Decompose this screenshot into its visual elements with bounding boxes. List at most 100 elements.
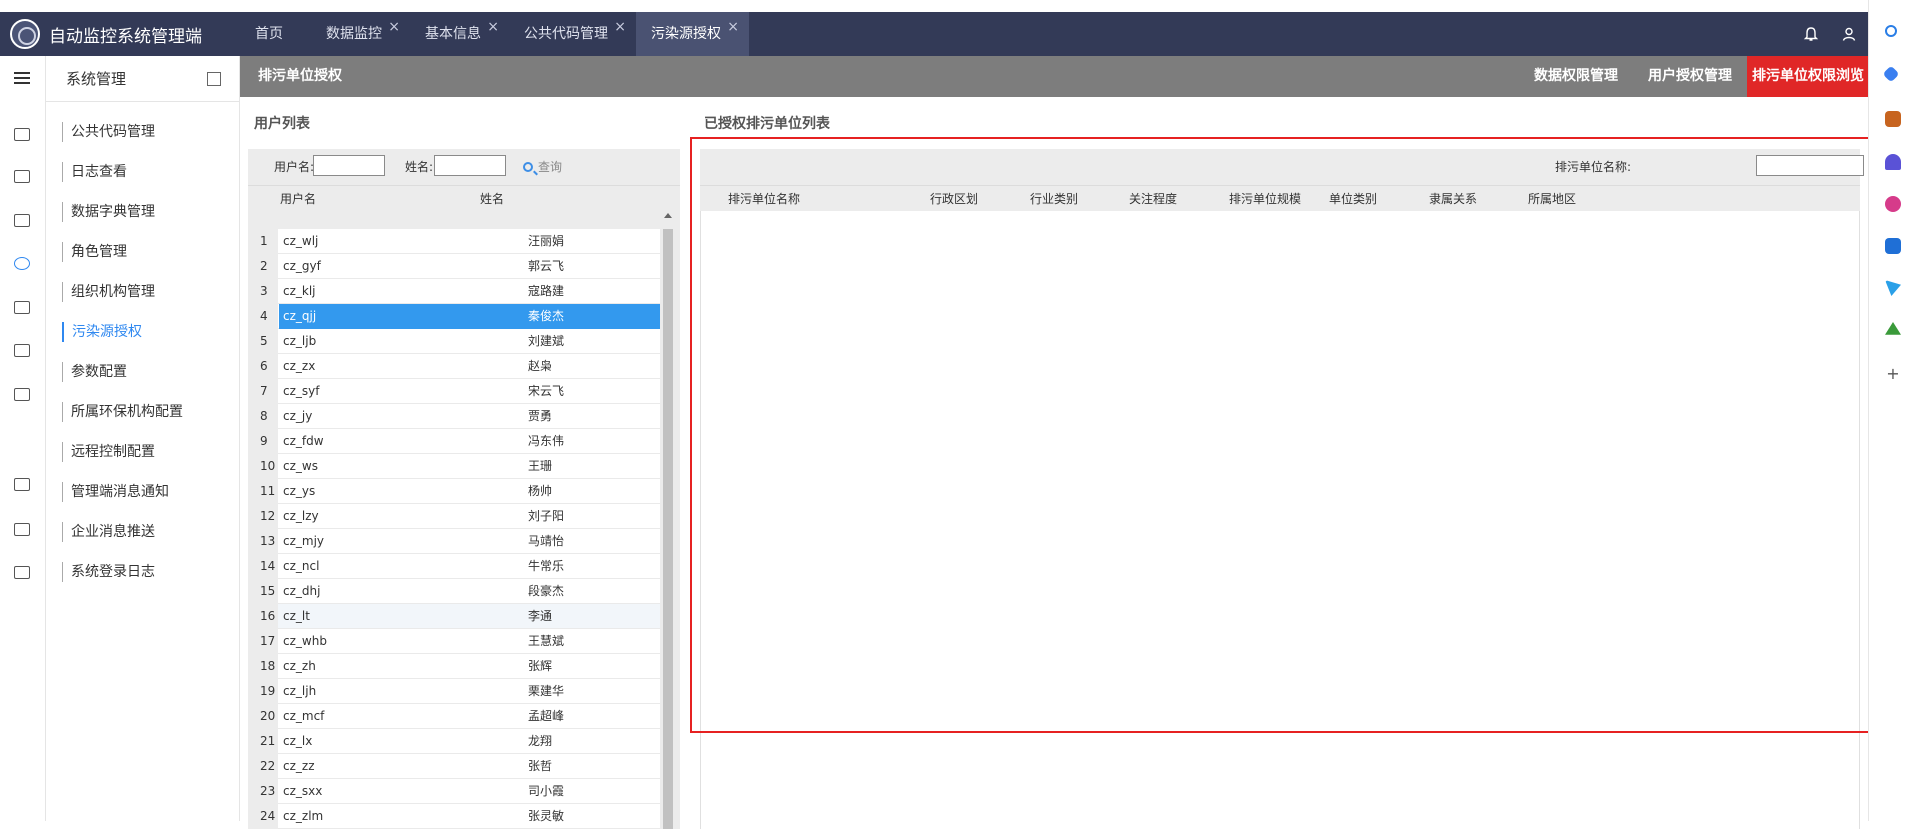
link-data-permission[interactable]: 数据权限管理	[1519, 56, 1633, 97]
menu-title: 系统管理	[66, 70, 127, 88]
user-query-button[interactable]: 查询	[523, 158, 562, 175]
chart-icon[interactable]	[14, 128, 30, 141]
menu-item-pollution-auth[interactable]: 污染源授权	[62, 322, 142, 342]
username-cell: cz_zx	[283, 359, 316, 373]
search-icon[interactable]	[1885, 25, 1897, 37]
username-cell: cz_wlj	[283, 234, 319, 248]
row-index: 15	[248, 579, 278, 604]
table-row[interactable]: 19 cz_ljh 栗建华	[248, 679, 660, 704]
username-cell: cz_mcf	[283, 709, 325, 723]
table-row[interactable]: 13 cz_mjy 马靖怡	[248, 529, 660, 554]
tag-icon[interactable]	[1882, 65, 1900, 83]
name-cell: 王珊	[528, 459, 553, 473]
circle-icon[interactable]	[1885, 196, 1901, 212]
tab-data-monitor[interactable]: 数据监控 ×	[311, 12, 410, 56]
stats-icon[interactable]	[14, 344, 30, 357]
close-icon[interactable]: ×	[614, 5, 626, 49]
table-row[interactable]: 4 cz_qjj 秦俊杰	[248, 304, 660, 329]
tab-public-code[interactable]: 公共代码管理 ×	[509, 12, 636, 56]
menu-item-dictionary[interactable]: 数据字典管理	[62, 202, 155, 222]
username-cell: cz_ncl	[283, 559, 320, 573]
name-input[interactable]	[434, 155, 506, 176]
name-cell: 牛常乐	[528, 559, 565, 573]
table-row[interactable]: 11 cz_ys 杨帅	[248, 479, 660, 504]
plus-icon[interactable]: +	[1885, 366, 1901, 382]
table-row[interactable]: 23 cz_sxx 司小霞	[248, 779, 660, 804]
table-row[interactable]: 17 cz_whb 王慧斌	[248, 629, 660, 654]
query-label: 查询	[538, 160, 563, 174]
table-row[interactable]: 5 cz_ljb 刘建斌	[248, 329, 660, 354]
menu-item-org[interactable]: 组织机构管理	[62, 282, 155, 302]
chess-icon[interactable]	[1885, 154, 1901, 170]
menu-item-log-view[interactable]: 日志查看	[62, 162, 127, 182]
table-row[interactable]: 2 cz_gyf 郭云飞	[248, 254, 660, 279]
report-icon[interactable]	[14, 388, 30, 401]
menu-toggle-icon[interactable]	[14, 72, 30, 84]
table-row[interactable]: 8 cz_jy 贾勇	[248, 404, 660, 429]
table-row[interactable]: 6 cz_zx 赵枭	[248, 354, 660, 379]
menu-item-params[interactable]: 参数配置	[62, 362, 127, 382]
tab-home[interactable]: 首页	[240, 12, 311, 56]
username-cell: cz_ljb	[283, 334, 317, 348]
table-row[interactable]: 3 cz_klj 寇路建	[248, 279, 660, 304]
table-row[interactable]: 1 cz_wlj 汪丽娟	[248, 229, 660, 254]
table-row[interactable]: 20 cz_mcf 孟超峰	[248, 704, 660, 729]
user-icon[interactable]	[1830, 12, 1868, 56]
username-cell: cz_zz	[283, 759, 315, 773]
user-table-header: 用户名 姓名	[248, 185, 680, 209]
name-cell: 贾勇	[528, 409, 553, 423]
send-icon[interactable]	[1885, 280, 1901, 296]
user-scrollbar[interactable]	[662, 209, 674, 829]
menu-item-remote-control[interactable]: 远程控制配置	[62, 442, 155, 462]
name-cell: 刘子阳	[528, 509, 565, 523]
scroll-thumb[interactable]	[663, 229, 673, 829]
tab-basic-info[interactable]: 基本信息 ×	[410, 12, 509, 56]
table-row[interactable]: 16 cz_lt 李通	[248, 604, 660, 629]
link-unit-permission-browse[interactable]: 排污单位权限浏览	[1747, 56, 1868, 97]
bar2-icon[interactable]	[14, 566, 30, 579]
row-index: 11	[248, 479, 278, 504]
scroll-up-icon[interactable]	[664, 213, 672, 218]
table-row[interactable]: 14 cz_ncl 牛常乐	[248, 554, 660, 579]
menu-item-roles[interactable]: 角色管理	[62, 242, 127, 262]
username-cell: cz_dhj	[283, 584, 321, 598]
outlook-icon[interactable]	[1885, 238, 1901, 254]
menu-item-env-org[interactable]: 所属环保机构配置	[62, 402, 183, 422]
emblem-icon	[10, 19, 40, 49]
table-row[interactable]: 15 cz_dhj 段豪杰	[248, 579, 660, 604]
table-row[interactable]: 22 cz_zz 张哲	[248, 754, 660, 779]
bar-icon[interactable]	[14, 523, 30, 536]
tab-pollution-auth[interactable]: 污染源授权 ×	[636, 12, 749, 56]
close-icon[interactable]: ×	[727, 5, 739, 49]
row-index: 21	[248, 729, 278, 754]
browser-sidebar: +	[1868, 0, 1917, 821]
table-row[interactable]: 24 cz_zlm 张灵敏	[248, 804, 660, 829]
table-row[interactable]: 10 cz_ws 王珊	[248, 454, 660, 479]
link-user-auth[interactable]: 用户授权管理	[1633, 56, 1747, 97]
menu-item-public-code[interactable]: 公共代码管理	[62, 122, 155, 142]
menu-item-login-log[interactable]: 系统登录日志	[62, 562, 155, 582]
menu-item-push[interactable]: 企业消息推送	[62, 522, 155, 542]
row-index: 18	[248, 654, 278, 679]
system-menu: 系统管理 公共代码管理 日志查看 数据字典管理 角色管理 组织机构管理 污染源授…	[46, 56, 240, 821]
network-icon[interactable]	[14, 478, 30, 491]
table-row[interactable]: 9 cz_fdw 冯东伟	[248, 429, 660, 454]
menu-item-notifications[interactable]: 管理端消息通知	[62, 482, 169, 502]
tree-icon[interactable]	[1885, 322, 1901, 335]
table-row[interactable]: 7 cz_syf 宋云飞	[248, 379, 660, 404]
username-cell: cz_ljh	[283, 684, 317, 698]
table-row[interactable]: 21 cz_lx 龙翔	[248, 729, 660, 754]
collapse-icon[interactable]	[207, 72, 221, 86]
briefcase-icon[interactable]	[1885, 111, 1901, 127]
username-input[interactable]	[313, 155, 385, 176]
monitor-icon[interactable]	[14, 214, 30, 227]
image-icon[interactable]	[14, 301, 30, 314]
bell-icon[interactable]	[1792, 12, 1830, 56]
table-row[interactable]: 18 cz_zh 张辉	[248, 654, 660, 679]
close-icon[interactable]: ×	[487, 5, 499, 49]
settings-icon[interactable]	[14, 257, 30, 270]
close-icon[interactable]: ×	[388, 5, 400, 49]
org-icon[interactable]	[14, 170, 30, 183]
row-index: 7	[248, 379, 278, 404]
table-row[interactable]: 12 cz_lzy 刘子阳	[248, 504, 660, 529]
